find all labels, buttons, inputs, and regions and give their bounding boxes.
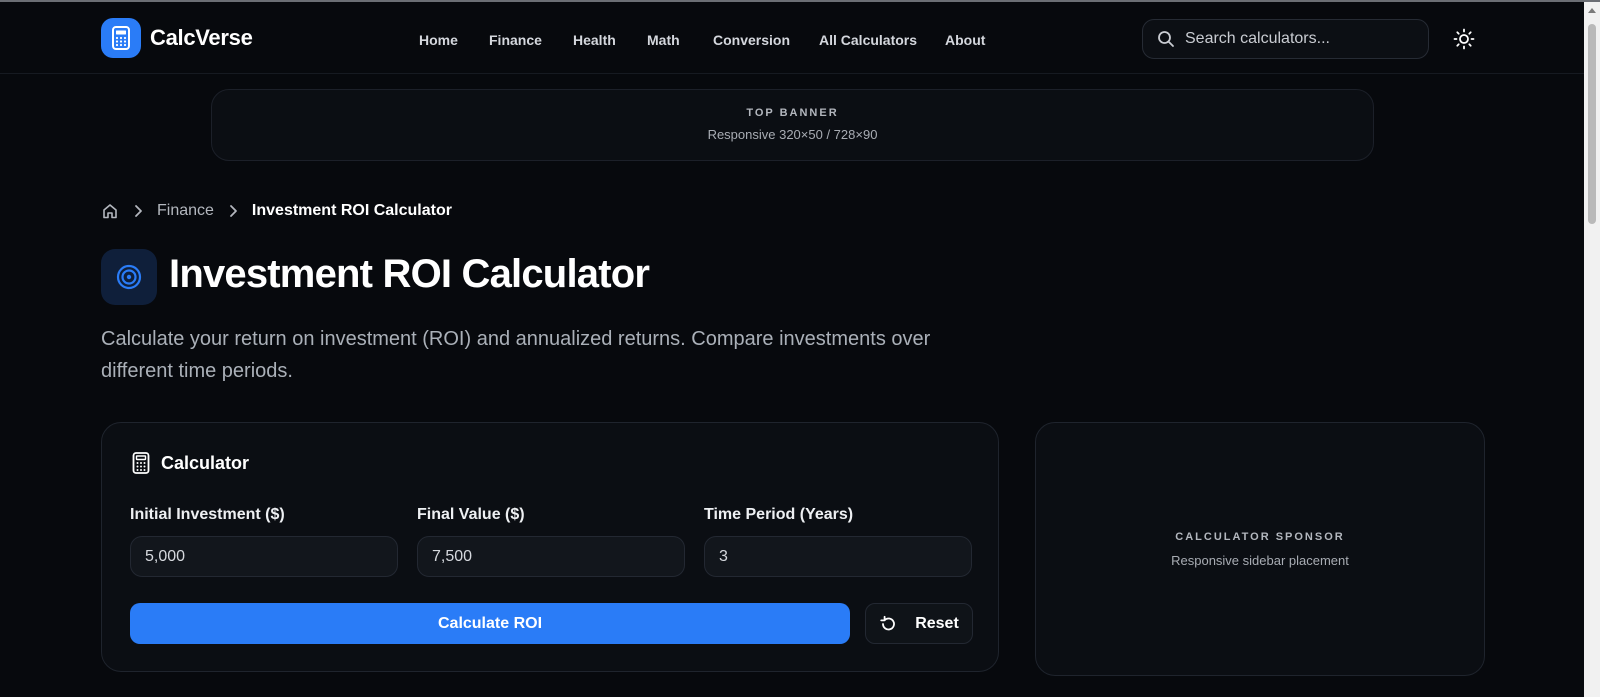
nav-conversion[interactable]: Conversion — [713, 32, 790, 48]
banner-title: TOP BANNER — [746, 107, 839, 119]
nav-home[interactable]: Home — [419, 32, 458, 48]
page-scrollbar[interactable] — [1584, 2, 1600, 697]
calculator-heading-text: Calculator — [161, 452, 250, 473]
site-header: CalcVerse Home Finance Health Math Conve… — [0, 2, 1584, 74]
nav-all-calculators[interactable]: All Calculators — [819, 32, 917, 48]
initial-investment-input[interactable]: 5,000 — [130, 536, 398, 577]
page-description: Calculate your return on investment (ROI… — [101, 328, 931, 382]
final-value-input[interactable]: 7,500 — [417, 536, 685, 577]
final-value-field: Final Value ($) 7,500 — [417, 506, 685, 577]
search-placeholder: Search calculators... — [1185, 30, 1330, 47]
home-icon[interactable] — [101, 202, 119, 220]
breadcrumb-current: Investment ROI Calculator — [251, 202, 452, 219]
sponsor-subtitle: Responsive sidebar placement — [1171, 553, 1349, 568]
search-icon — [1158, 31, 1174, 47]
calculator-sponsor-ad: CALCULATOR SPONSOR Responsive sidebar pl… — [1035, 422, 1485, 676]
reset-button[interactable]: Reset — [865, 603, 973, 644]
calculator-icon — [132, 452, 150, 474]
scrollbar-thumb[interactable] — [1588, 24, 1596, 224]
sun-icon — [1453, 28, 1475, 50]
nav-finance[interactable]: Finance — [489, 32, 542, 48]
theme-toggle-button[interactable] — [1453, 28, 1475, 50]
scroll-up-arrow-icon[interactable] — [1588, 8, 1596, 13]
search-input[interactable]: Search calculators... — [1142, 19, 1429, 59]
calculator-heading: Calculator — [131, 452, 249, 474]
breadcrumb-finance[interactable]: Finance — [157, 202, 214, 220]
reset-icon — [880, 615, 896, 630]
initial-investment-field: Initial Investment ($) 5,000 — [130, 506, 398, 577]
field-label: Initial Investment ($) — [130, 506, 285, 523]
nav-about[interactable]: About — [945, 32, 985, 48]
calculate-roi-button[interactable]: Calculate ROI — [130, 603, 850, 644]
field-label: Time Period (Years) — [704, 506, 854, 523]
time-period-input[interactable]: 3 — [704, 536, 972, 577]
banner-subtitle: Responsive 320×50 / 728×90 — [707, 127, 878, 142]
time-period-field: Time Period (Years) 3 — [704, 506, 972, 577]
calculator-card: Calculator Initial Investment ($) 5,000 … — [101, 422, 999, 672]
breadcrumb: Finance Investment ROI Calculator — [101, 200, 452, 222]
field-label: Final Value ($) — [417, 506, 525, 523]
chevron-right-icon — [133, 204, 143, 218]
nav-health[interactable]: Health — [573, 32, 616, 48]
sponsor-title: CALCULATOR SPONSOR — [1175, 531, 1345, 543]
reset-label: Reset — [915, 614, 959, 632]
nav-math[interactable]: Math — [647, 32, 680, 48]
top-banner-ad: TOP BANNER Responsive 320×50 / 728×90 — [211, 89, 1374, 161]
page-title: Investment ROI Calculator — [169, 252, 650, 296]
chevron-right-icon — [228, 204, 238, 218]
target-icon — [101, 249, 157, 305]
